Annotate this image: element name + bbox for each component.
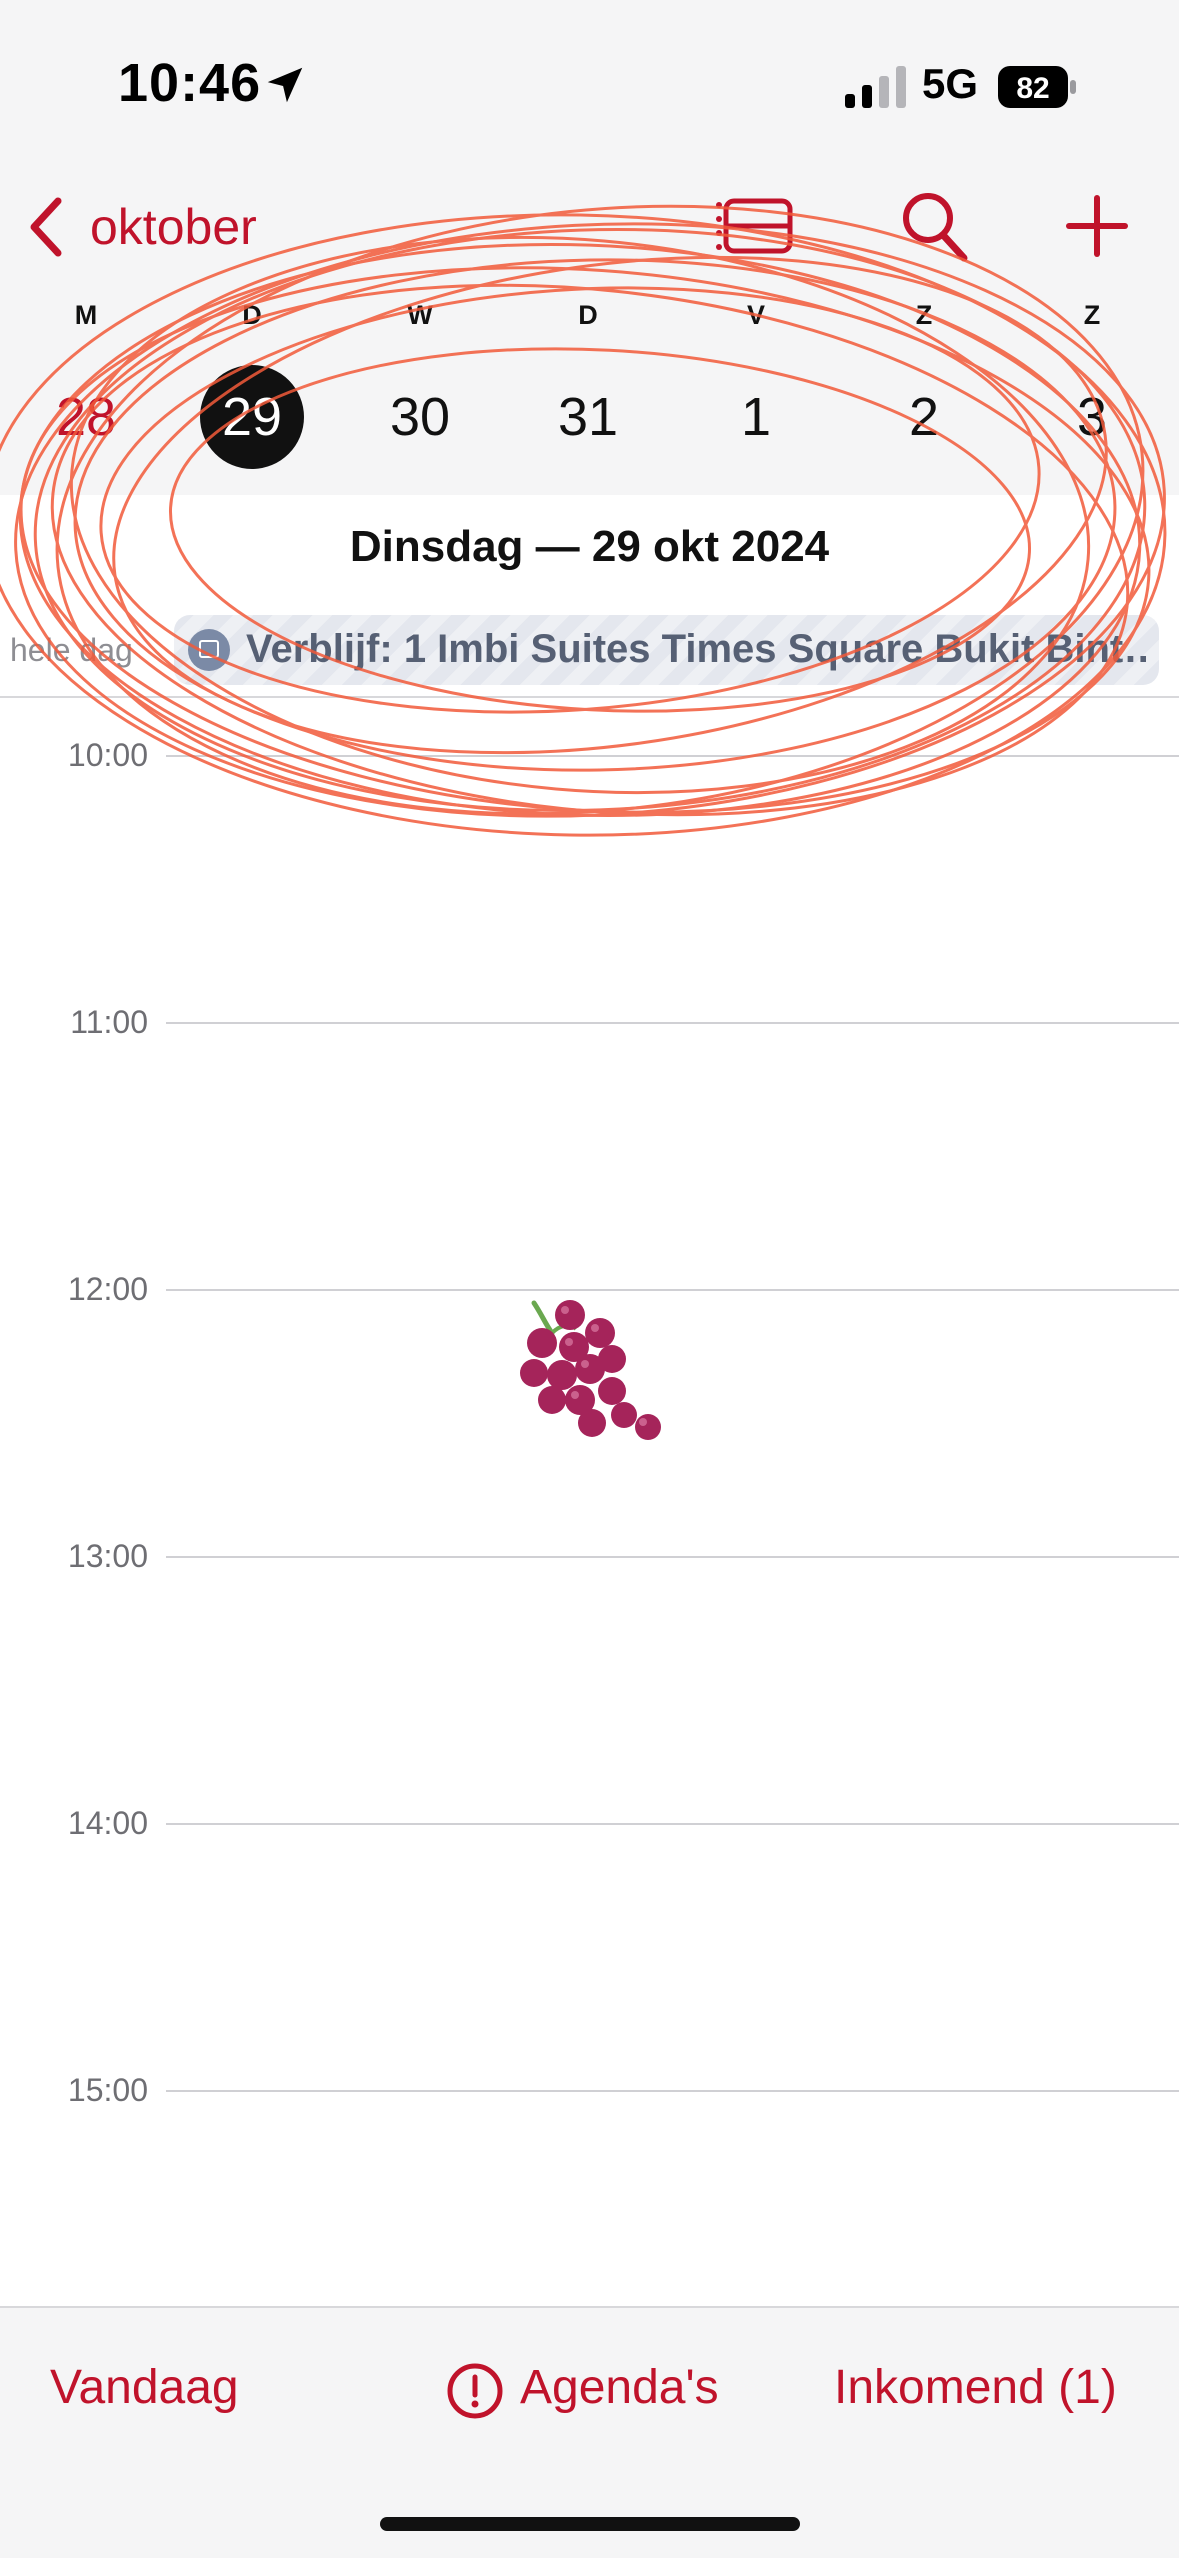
hour-row[interactable]: 15:00 [0, 2072, 1179, 2130]
hour-row[interactable]: 13:00 [0, 1538, 1179, 1596]
calendars-button[interactable]: Agenda's [520, 2360, 719, 2415]
battery-icon: 82 [998, 66, 1076, 108]
all-day-event-title: Verblijf: 1 Imbi Suites Times Square Buk… [246, 627, 1146, 671]
hour-label: 11:00 [70, 1004, 148, 1040]
list-view-icon[interactable] [714, 193, 796, 259]
hour-label: 15:00 [67, 2072, 148, 2108]
day-cell-selected[interactable]: 29 [200, 365, 304, 469]
day-cell[interactable]: 2 [872, 365, 976, 469]
calendar-event-icon [188, 629, 230, 671]
hour-label: 14:00 [67, 1805, 148, 1841]
signal-bars-icon [845, 66, 906, 108]
day-cell[interactable]: 30 [368, 365, 472, 469]
weekday-label: W [407, 300, 433, 330]
weekday-label: D [242, 300, 262, 330]
day-cell[interactable]: 1 [704, 365, 808, 469]
location-arrow-icon [267, 67, 303, 103]
weekday-label: D [578, 300, 598, 330]
battery-level: 82 [1016, 72, 1049, 105]
all-day-separator [0, 696, 1179, 698]
hour-row[interactable]: 11:00 [0, 1004, 1179, 1062]
alert-circle-icon[interactable] [446, 2362, 504, 2420]
day-cell[interactable]: 31 [536, 365, 640, 469]
network-type: 5G [922, 60, 979, 107]
weekday-label: Z [1083, 300, 1101, 330]
hour-label: 12:00 [67, 1271, 148, 1307]
weekday-label: V [746, 300, 765, 330]
add-event-icon[interactable] [1066, 192, 1128, 260]
back-chevron-icon[interactable] [24, 195, 68, 259]
day-cell[interactable]: 28 [34, 365, 138, 469]
day-title: Dinsdag — 29 okt 2024 [349, 522, 830, 571]
hour-label: 10:00 [67, 737, 148, 773]
status-bar: 10:46 5G 82 [0, 0, 1179, 150]
grapes-icon [520, 1300, 661, 1440]
hour-row[interactable]: 14:00 [0, 1805, 1179, 1863]
hour-row[interactable]: 10:00 [0, 737, 1179, 795]
hour-label: 13:00 [67, 1538, 148, 1574]
home-indicator[interactable] [380, 2517, 800, 2531]
status-time: 10:46 [118, 53, 262, 113]
all-day-label: hele dag [10, 632, 133, 668]
weekday-label: M [74, 300, 98, 330]
day-cell[interactable]: 3 [1040, 365, 1144, 469]
today-button[interactable]: Vandaag [50, 2360, 239, 2415]
month-back-button[interactable]: oktober [90, 198, 257, 256]
inbox-button[interactable]: Inkomend (1) [834, 2360, 1117, 2415]
weekday-label: Z [915, 300, 933, 330]
all-day-event[interactable]: Verblijf: 1 Imbi Suites Times Square Buk… [174, 615, 1159, 685]
search-icon[interactable] [898, 188, 970, 264]
